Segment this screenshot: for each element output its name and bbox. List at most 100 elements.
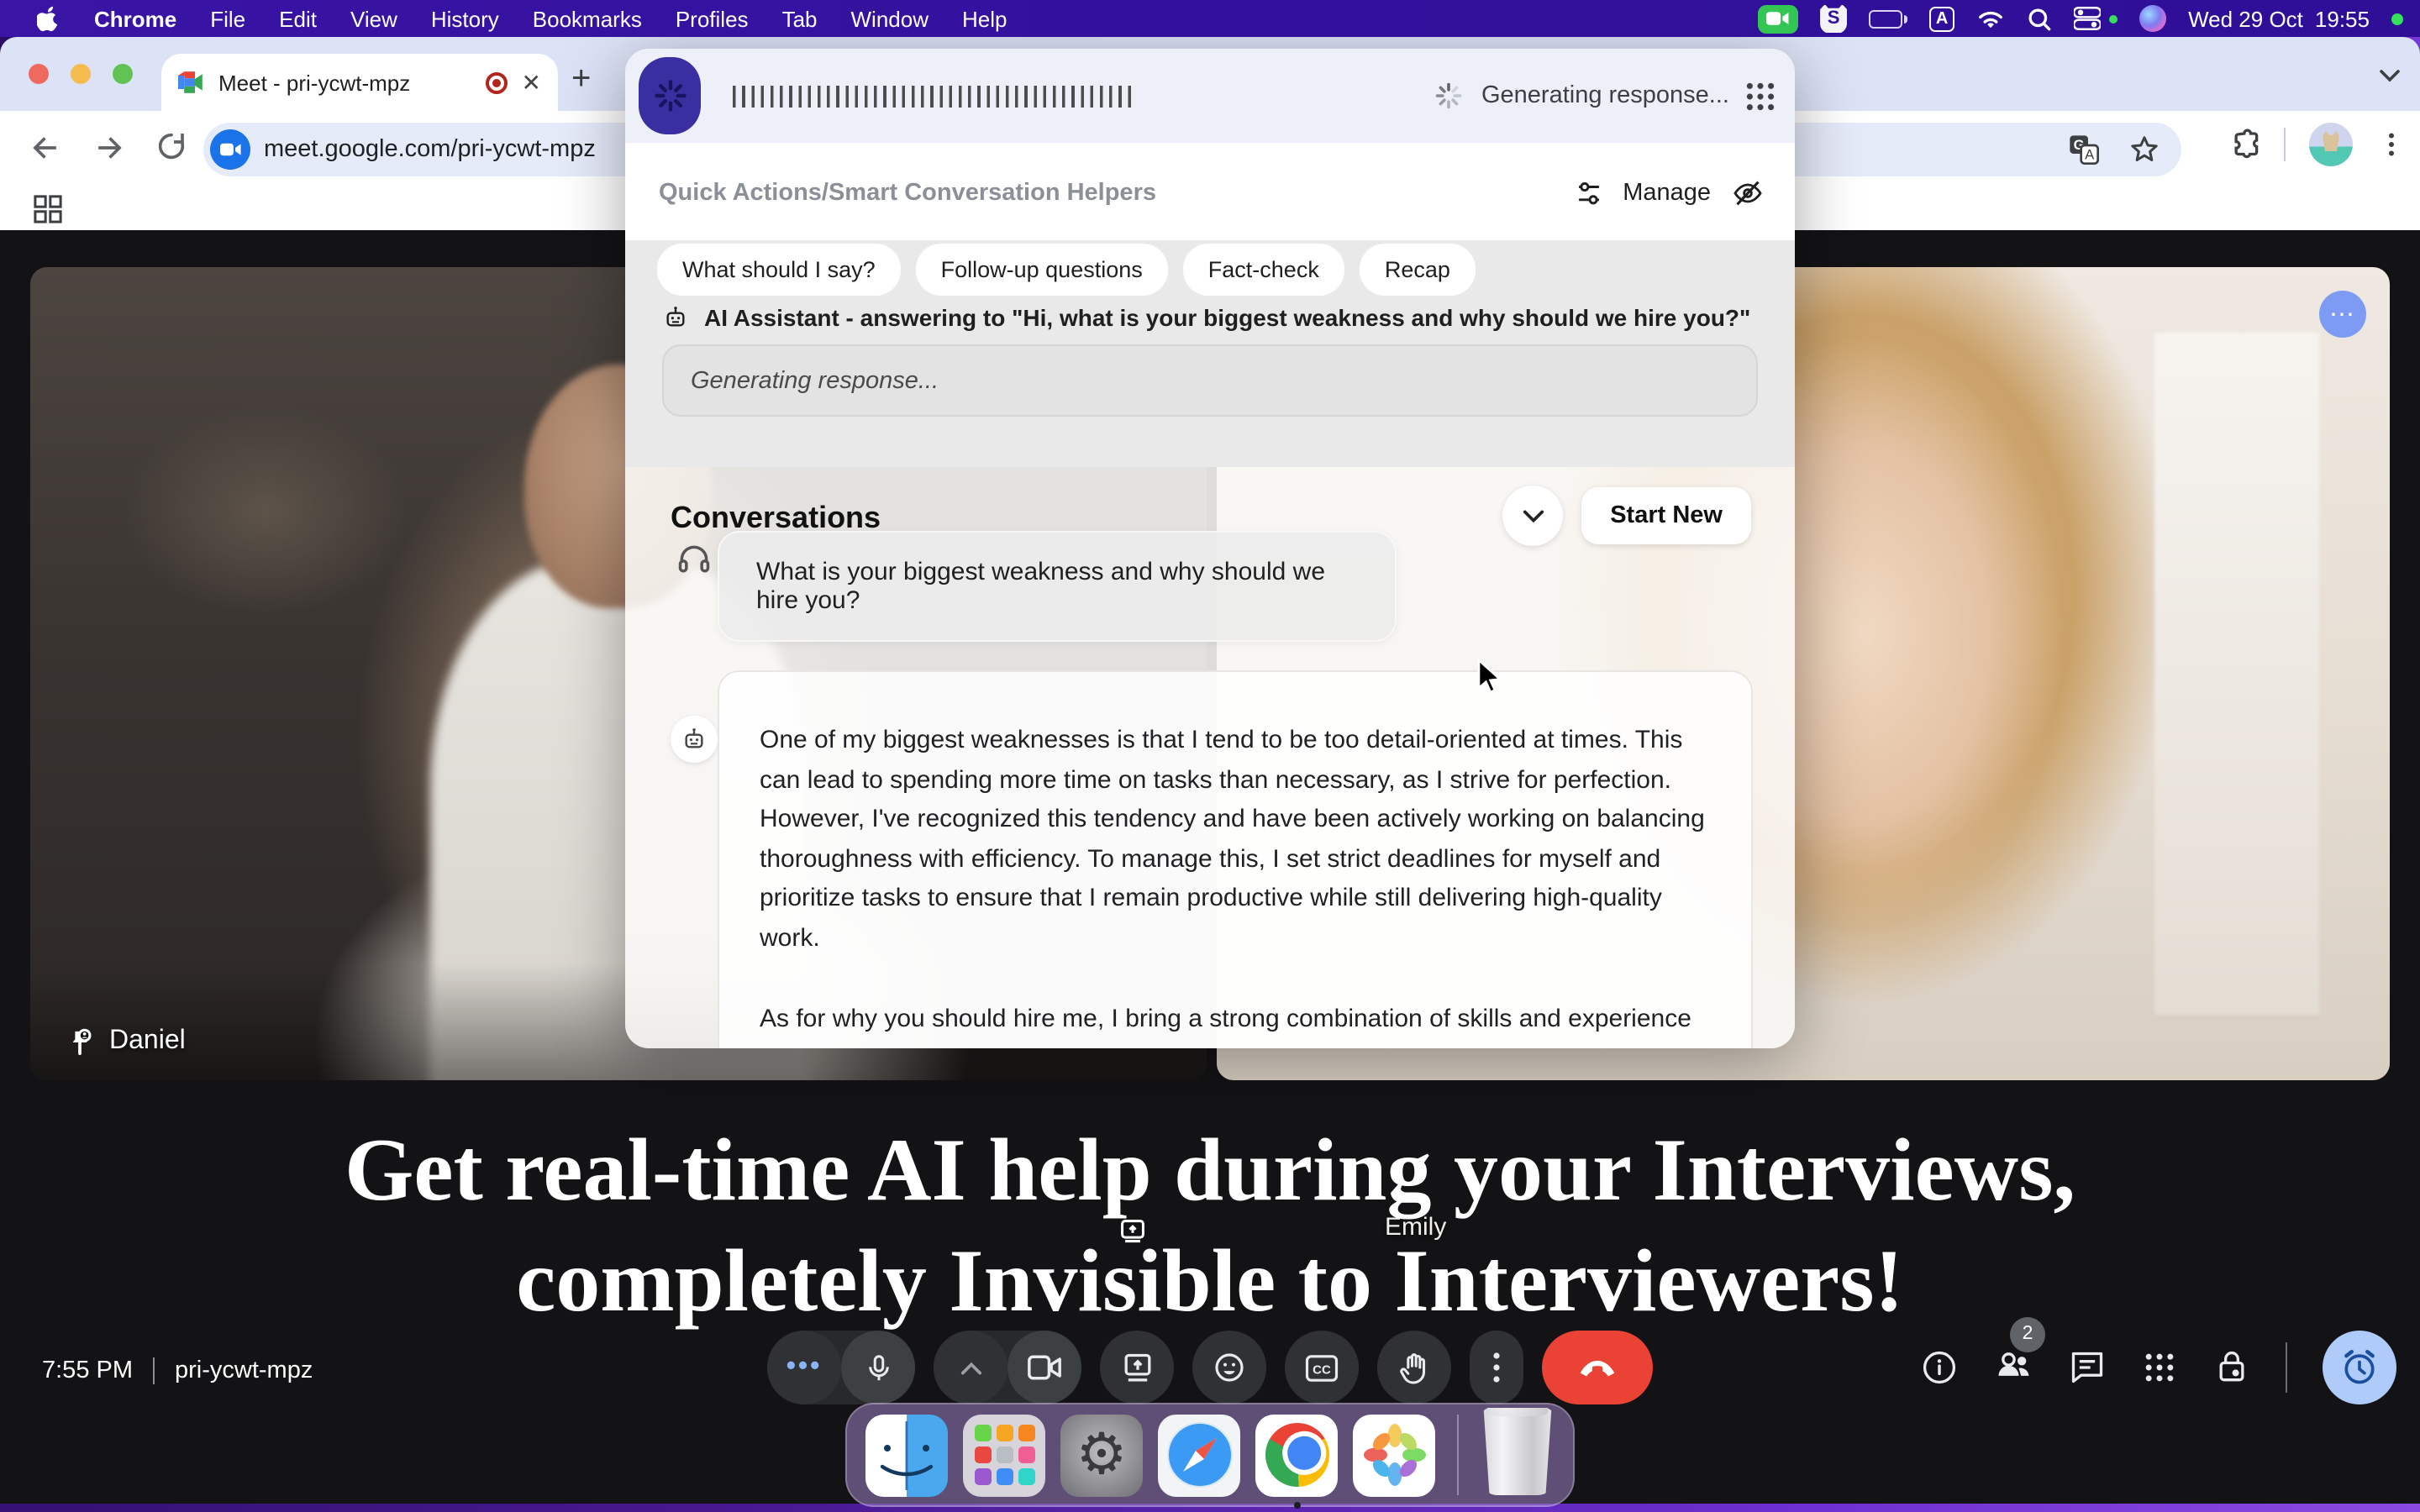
camera-icon: [1028, 1354, 1061, 1381]
menu-tab[interactable]: Tab: [765, 0, 834, 37]
mouse-cursor: [1476, 659, 1504, 696]
tab-meet[interactable]: Meet - pri-ycwt-mpz ✕: [161, 54, 558, 111]
menu-chrome[interactable]: Chrome: [77, 0, 193, 37]
mic-button[interactable]: [841, 1331, 915, 1404]
captions-button[interactable]: CC: [1285, 1331, 1359, 1404]
meeting-code: pri-ycwt-mpz: [175, 1357, 313, 1384]
spinner-logo-icon: [651, 77, 688, 114]
bookmark-star-icon[interactable]: [2128, 133, 2161, 166]
menu-bookmarks[interactable]: Bookmarks: [516, 0, 659, 37]
google-meet-favicon: [178, 71, 205, 94]
close-window-button[interactable]: [29, 64, 49, 84]
chevron-up-icon: [960, 1360, 981, 1375]
answering-label: AI Assistant - answering to "Hi, what is…: [704, 304, 1750, 331]
assistant-header[interactable]: Generating response...: [625, 49, 1795, 143]
camera-button[interactable]: [1007, 1331, 1081, 1404]
more-options-button[interactable]: [1470, 1331, 1523, 1404]
menu-clock[interactable]: Wed 29 Oct19:55: [2188, 6, 2370, 31]
promo-headline: Get real-time AI help during your Interv…: [0, 1116, 2420, 1337]
quick-action-what-should-i-say[interactable]: What should I say?: [657, 244, 901, 296]
camera-active-icon[interactable]: [1758, 4, 1798, 33]
dock-launchpad-icon[interactable]: [963, 1414, 1045, 1496]
answer-paragraph-1: One of my biggest weaknesses is that I t…: [760, 721, 1711, 958]
minimize-window-button[interactable]: [71, 64, 91, 84]
timer-button[interactable]: [2323, 1331, 2396, 1404]
mic-group: •••: [767, 1331, 915, 1404]
spotlight-search-icon[interactable]: [2027, 6, 2052, 31]
quick-action-recap[interactable]: Recap: [1360, 244, 1476, 296]
start-new-button[interactable]: Start New: [1581, 487, 1751, 544]
dock-trash-icon[interactable]: [1481, 1408, 1555, 1495]
present-button[interactable]: [1100, 1331, 1174, 1404]
quick-actions-header: Quick Actions/Smart Conversation Helpers…: [625, 143, 1795, 240]
emoji-icon: [1213, 1351, 1246, 1384]
quick-action-follow-up[interactable]: Follow-up questions: [916, 244, 1168, 296]
chat-button[interactable]: [2069, 1349, 2106, 1386]
raise-hand-button[interactable]: [1377, 1331, 1451, 1404]
new-tab-button[interactable]: +: [571, 60, 591, 99]
menu-profiles[interactable]: Profiles: [659, 0, 765, 37]
apps-grid-icon[interactable]: [1746, 81, 1775, 110]
quick-action-fact-check[interactable]: Fact-check: [1183, 244, 1344, 296]
activities-icon[interactable]: [2141, 1349, 2178, 1386]
participants-count-badge: 2: [2010, 1316, 2045, 1352]
collapse-conversations-button[interactable]: [1502, 486, 1563, 546]
tab-search-chevron-icon[interactable]: [2380, 60, 2400, 91]
generating-status: Generating response...: [1481, 82, 1729, 109]
tile-more-options-button[interactable]: ⋯: [2319, 291, 2366, 338]
dock-photos-icon[interactable]: [1353, 1414, 1435, 1496]
dock-settings-icon[interactable]: ⚙: [1060, 1414, 1143, 1496]
extensions-icon[interactable]: [2225, 127, 2260, 162]
manage-sliders-icon: [1574, 179, 1602, 207]
dock-chrome-icon[interactable]: [1255, 1414, 1338, 1496]
dock-finder-icon[interactable]: [865, 1414, 948, 1496]
reactions-button[interactable]: [1192, 1331, 1266, 1404]
app-s-icon[interactable]: S: [1820, 4, 1847, 33]
wifi-icon[interactable]: [1976, 8, 2005, 29]
input-source-icon[interactable]: A: [1929, 6, 1954, 31]
more-vertical-icon: [1493, 1352, 1500, 1383]
screen: Chrome File Edit View History Bookmarks …: [0, 0, 2420, 1512]
reload-button[interactable]: [155, 129, 188, 163]
macos-menu-bar: Chrome File Edit View History Bookmarks …: [0, 0, 2420, 37]
menu-window[interactable]: Window: [834, 0, 946, 37]
end-call-button[interactable]: [1542, 1331, 1653, 1404]
profile-avatar[interactable]: [2309, 123, 2353, 166]
menu-view[interactable]: View: [334, 0, 414, 37]
video-options-button[interactable]: [934, 1331, 1007, 1404]
hide-eye-off-icon[interactable]: [1731, 176, 1765, 210]
tab-close-button[interactable]: ✕: [522, 71, 541, 94]
host-controls-icon[interactable]: [2213, 1349, 2250, 1386]
meeting-details-icon[interactable]: [1921, 1349, 1958, 1386]
dock-safari-icon[interactable]: [1158, 1414, 1240, 1496]
audio-options-button[interactable]: •••: [767, 1331, 841, 1404]
present-icon: [1121, 1352, 1153, 1383]
siri-icon[interactable]: [2139, 5, 2166, 32]
layout-grid-icon[interactable]: [34, 195, 62, 223]
menu-help[interactable]: Help: [945, 0, 1024, 37]
manage-button[interactable]: Manage: [1623, 180, 1711, 207]
alarm-clock-icon: [2339, 1347, 2380, 1388]
participants-button[interactable]: 2: [1993, 1345, 2033, 1390]
assistant-logo[interactable]: [639, 57, 701, 134]
promo-headline-line1: Get real-time AI help during your Interv…: [0, 1116, 2420, 1226]
translate-icon[interactable]: GA: [2067, 133, 2101, 166]
forward-button[interactable]: [91, 129, 128, 166]
captions-icon: CC: [1305, 1353, 1339, 1382]
mic-icon: [862, 1352, 894, 1383]
back-button[interactable]: [27, 129, 64, 166]
ai-answer-bubble[interactable]: One of my biggest weaknesses is that I t…: [718, 670, 1753, 1048]
menu-history[interactable]: History: [414, 0, 516, 37]
interviewer-question-bubble[interactable]: What is your biggest weakness and why sh…: [718, 531, 1397, 642]
menu-edit[interactable]: Edit: [262, 0, 334, 37]
chrome-menu-icon[interactable]: [2376, 129, 2407, 160]
apple-menu[interactable]: [20, 0, 77, 37]
blue-dots-icon: •••: [786, 1352, 823, 1383]
end-call-icon: [1577, 1357, 1618, 1378]
zoom-window-button[interactable]: [113, 64, 133, 84]
window-controls: [29, 64, 133, 84]
menu-file[interactable]: File: [193, 0, 262, 37]
ai-answer-avatar: [671, 716, 718, 763]
battery-icon[interactable]: [1869, 9, 1907, 28]
control-center-icon[interactable]: [2074, 7, 2101, 30]
